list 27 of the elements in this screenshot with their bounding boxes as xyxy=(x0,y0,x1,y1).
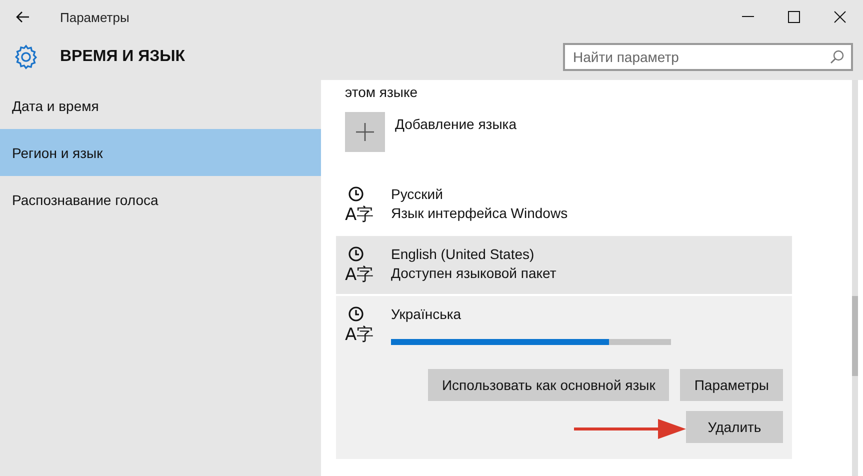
sidebar-item[interactable]: Дата и время xyxy=(0,82,321,129)
language-status: Язык интерфейса Windows xyxy=(391,205,569,221)
sidebar-item[interactable]: Распознавание голоса xyxy=(0,176,321,223)
language-item[interactable]: A字 English (United States) Доступен языковой пакет xyxy=(336,236,792,294)
language-item[interactable]: A字 Українська Использовать как основной язык Параметры Удалить xyxy=(336,296,792,459)
language-name: Українська xyxy=(391,306,462,322)
remove-button[interactable]: Удалить xyxy=(686,411,783,443)
scrollbar[interactable] xyxy=(852,80,858,476)
language-name: Русский xyxy=(391,186,444,202)
language-name: English (United States) xyxy=(391,246,536,262)
add-language-label[interactable]: Добавление языка xyxy=(395,116,516,132)
sidebar-item[interactable]: Регион и язык xyxy=(0,129,321,176)
description-text: этом языке xyxy=(345,84,419,100)
plus-icon xyxy=(356,123,374,141)
search-field[interactable]: Найти параметр xyxy=(563,43,853,71)
window-title: Параметры xyxy=(60,10,130,24)
language-status: Доступен языковой пакет xyxy=(391,265,558,281)
back-arrow-icon xyxy=(16,11,30,23)
section-title: ВРЕМЯ И ЯЗЫК xyxy=(60,48,186,66)
language-action-button[interactable]: Параметры xyxy=(680,369,783,401)
search-icon xyxy=(830,50,844,64)
language-action-button[interactable]: Использовать как основной язык xyxy=(428,369,670,401)
gear-icon xyxy=(12,43,40,71)
add-language-button[interactable] xyxy=(345,112,385,152)
close-icon xyxy=(834,11,846,23)
maximize-icon xyxy=(788,11,800,23)
minimize-icon xyxy=(742,16,754,18)
